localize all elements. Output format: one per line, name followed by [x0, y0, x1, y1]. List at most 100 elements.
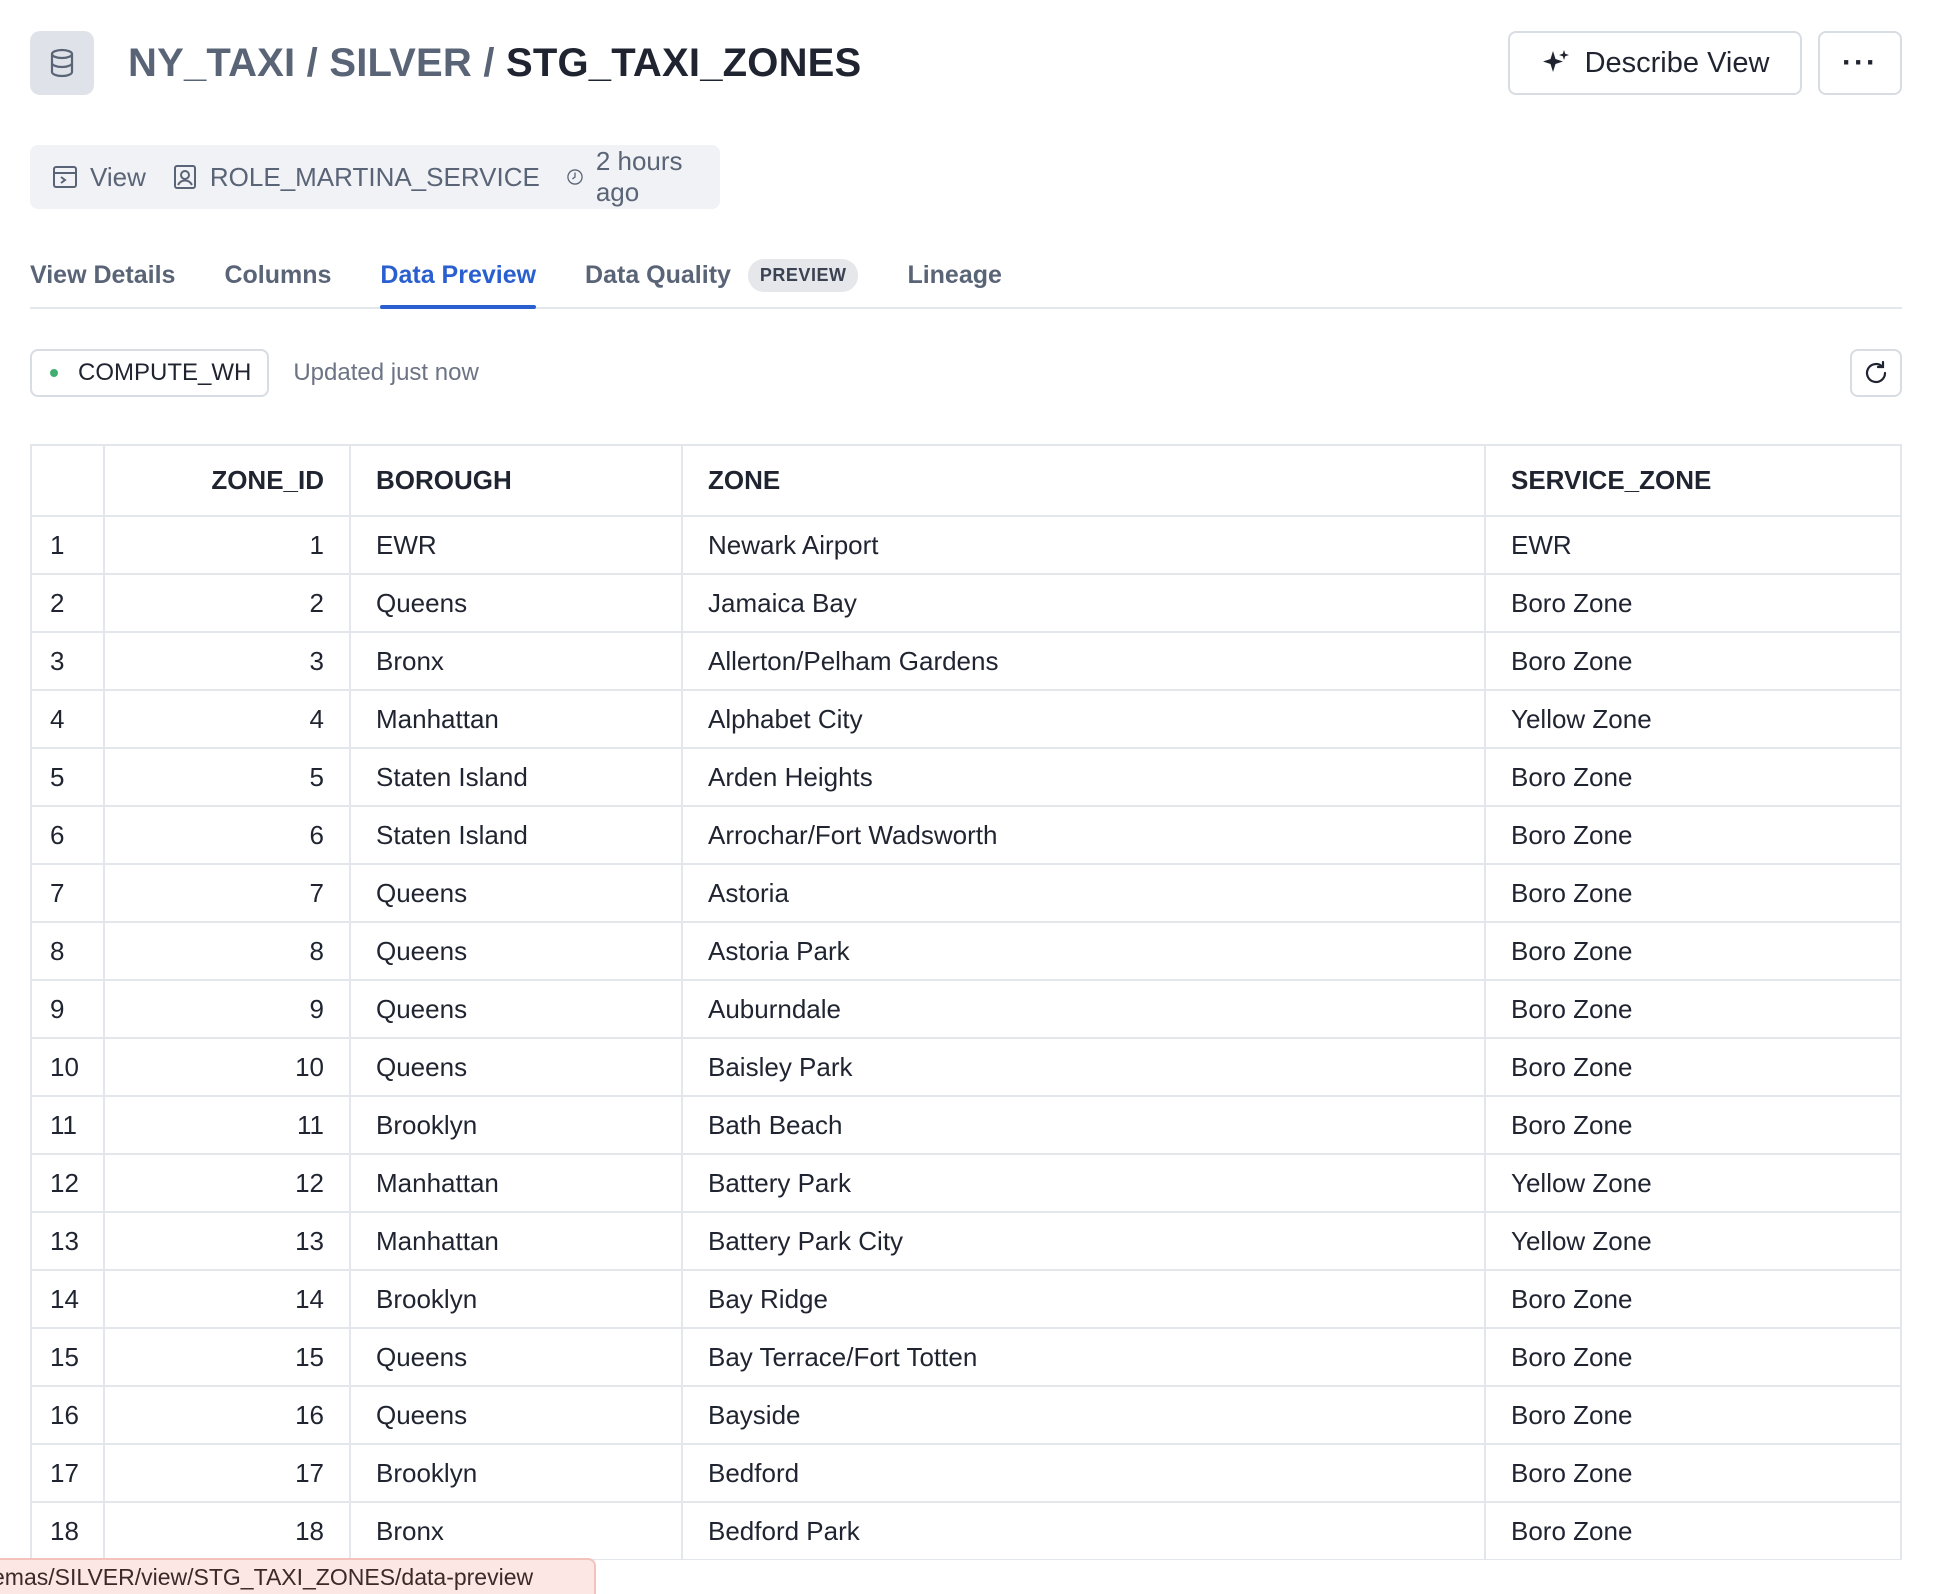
row-index-cell[interactable]: 10 — [32, 1038, 105, 1097]
borough-cell[interactable]: Queens — [350, 1328, 683, 1387]
table-row[interactable]: 13 13 Manhattan Battery Park City Yellow Zon… — [32, 1212, 1900, 1271]
breadcrumb-schema[interactable]: SILVER — [329, 41, 472, 85]
service-zone-cell[interactable]: Boro Zone — [1485, 1270, 1900, 1329]
zone-id-cell[interactable]: 8 — [104, 922, 351, 981]
row-index-cell[interactable]: 14 — [32, 1270, 105, 1329]
zone-cell[interactable]: Bedford — [682, 1444, 1486, 1503]
zone-id-cell[interactable]: 17 — [104, 1444, 351, 1503]
zone-cell[interactable]: Battery Park City — [682, 1212, 1486, 1271]
zone-cell[interactable]: Bay Terrace/Fort Totten — [682, 1328, 1486, 1387]
zone-cell[interactable]: Astoria Park — [682, 922, 1486, 981]
zone-id-cell[interactable]: 13 — [104, 1212, 351, 1271]
borough-cell[interactable]: Brooklyn — [350, 1270, 683, 1329]
refresh-button[interactable] — [1850, 349, 1902, 397]
borough-cell[interactable]: Queens — [350, 1386, 683, 1445]
zone-cell[interactable]: Bath Beach — [682, 1096, 1486, 1155]
row-index-cell[interactable]: 7 — [32, 864, 105, 923]
table-row[interactable]: 12 12 Manhattan Battery Park Yellow Zone — [32, 1154, 1900, 1213]
service-zone-cell[interactable]: Boro Zone — [1485, 806, 1900, 865]
row-index-cell[interactable]: 11 — [32, 1096, 105, 1155]
service-zone-cell[interactable]: Boro Zone — [1485, 1502, 1900, 1560]
zone-cell[interactable]: Allerton/Pelham Gardens — [682, 632, 1486, 691]
borough-cell[interactable]: Manhattan — [350, 1154, 683, 1213]
zone-cell[interactable]: Alphabet City — [682, 690, 1486, 749]
borough-cell[interactable]: Brooklyn — [350, 1096, 683, 1155]
zone-id-cell[interactable]: 6 — [104, 806, 351, 865]
table-row[interactable]: 14 14 Brooklyn Bay Ridge Boro Zone — [32, 1270, 1900, 1329]
borough-cell[interactable]: Brooklyn — [350, 1444, 683, 1503]
table-row[interactable]: 4 4 Manhattan Alphabet City Yellow Zone — [32, 690, 1900, 749]
row-index-cell[interactable]: 13 — [32, 1212, 105, 1271]
zone-id-cell[interactable]: 4 — [104, 690, 351, 749]
zone-id-cell[interactable]: 12 — [104, 1154, 351, 1213]
breadcrumb-database[interactable]: NY_TAXI — [128, 41, 295, 85]
zone-id-cell[interactable]: 15 — [104, 1328, 351, 1387]
service-zone-cell[interactable]: Boro Zone — [1485, 1096, 1900, 1155]
data-preview-table-container[interactable]: ZONE_ID BOROUGH ZONE SERVICE_ZONE 1 1 EWR N… — [30, 444, 1902, 1560]
tab-lineage[interactable]: Lineage — [907, 243, 1001, 307]
service-zone-cell[interactable]: Boro Zone — [1485, 574, 1900, 633]
column-header-service-zone[interactable]: SERVICE_ZONE — [1485, 446, 1900, 517]
column-header-zone-id[interactable]: ZONE_ID — [104, 446, 351, 517]
row-index-cell[interactable]: 3 — [32, 632, 105, 691]
tab-view-details[interactable]: View Details — [30, 243, 175, 307]
service-zone-cell[interactable]: Boro Zone — [1485, 1038, 1900, 1097]
table-row[interactable]: 2 2 Queens Jamaica Bay Boro Zone — [32, 574, 1900, 633]
zone-cell[interactable]: Baisley Park — [682, 1038, 1486, 1097]
table-row[interactable]: 3 3 Bronx Allerton/Pelham Gardens Boro Zone — [32, 632, 1900, 691]
zone-id-cell[interactable]: 18 — [104, 1502, 351, 1560]
row-index-cell[interactable]: 8 — [32, 922, 105, 981]
zone-cell[interactable]: Auburndale — [682, 980, 1486, 1039]
zone-id-cell[interactable]: 1 — [104, 516, 351, 575]
borough-cell[interactable]: Queens — [350, 864, 683, 923]
service-zone-cell[interactable]: EWR — [1485, 516, 1900, 575]
borough-cell[interactable]: Queens — [350, 980, 683, 1039]
borough-cell[interactable]: Queens — [350, 922, 683, 981]
service-zone-cell[interactable]: Yellow Zone — [1485, 1154, 1900, 1213]
zone-id-cell[interactable]: 2 — [104, 574, 351, 633]
borough-cell[interactable]: Bronx — [350, 1502, 683, 1560]
table-row[interactable]: 16 16 Queens Bayside Boro Zone — [32, 1386, 1900, 1445]
row-index-cell[interactable]: 6 — [32, 806, 105, 865]
table-row[interactable]: 7 7 Queens Astoria Boro Zone — [32, 864, 1900, 923]
table-row[interactable]: 6 6 Staten Island Arrochar/Fort Wadsworth Bo… — [32, 806, 1900, 865]
zone-cell[interactable]: Arden Heights — [682, 748, 1486, 807]
zone-cell[interactable]: Arrochar/Fort Wadsworth — [682, 806, 1486, 865]
borough-cell[interactable]: Staten Island — [350, 806, 683, 865]
service-zone-cell[interactable]: Boro Zone — [1485, 980, 1900, 1039]
column-header-borough[interactable]: BOROUGH — [350, 446, 683, 517]
service-zone-cell[interactable]: Yellow Zone — [1485, 690, 1900, 749]
zone-cell[interactable]: Astoria — [682, 864, 1486, 923]
service-zone-cell[interactable]: Boro Zone — [1485, 1328, 1900, 1387]
borough-cell[interactable]: Staten Island — [350, 748, 683, 807]
zone-id-cell[interactable]: 7 — [104, 864, 351, 923]
zone-id-cell[interactable]: 9 — [104, 980, 351, 1039]
describe-view-button[interactable]: Describe View — [1508, 31, 1802, 95]
row-index-cell[interactable]: 9 — [32, 980, 105, 1039]
service-zone-cell[interactable]: Boro Zone — [1485, 1386, 1900, 1445]
service-zone-cell[interactable]: Boro Zone — [1485, 922, 1900, 981]
tab-columns[interactable]: Columns — [224, 243, 331, 307]
table-row[interactable]: 8 8 Queens Astoria Park Boro Zone — [32, 922, 1900, 981]
row-index-cell[interactable]: 5 — [32, 748, 105, 807]
row-index-cell[interactable]: 4 — [32, 690, 105, 749]
borough-cell[interactable]: Queens — [350, 1038, 683, 1097]
borough-cell[interactable]: Bronx — [350, 632, 683, 691]
column-header-zone[interactable]: ZONE — [682, 446, 1486, 517]
row-index-cell[interactable]: 2 — [32, 574, 105, 633]
service-zone-cell[interactable]: Boro Zone — [1485, 864, 1900, 923]
table-row[interactable]: 1 1 EWR Newark Airport EWR — [32, 516, 1900, 575]
service-zone-cell[interactable]: Boro Zone — [1485, 748, 1900, 807]
service-zone-cell[interactable]: Boro Zone — [1485, 632, 1900, 691]
zone-cell[interactable]: Newark Airport — [682, 516, 1486, 575]
zone-cell[interactable]: Bayside — [682, 1386, 1486, 1445]
zone-id-cell[interactable]: 16 — [104, 1386, 351, 1445]
zone-id-cell[interactable]: 3 — [104, 632, 351, 691]
table-row[interactable]: 17 17 Brooklyn Bedford Boro Zone — [32, 1444, 1900, 1503]
service-zone-cell[interactable]: Boro Zone — [1485, 1444, 1900, 1503]
borough-cell[interactable]: Manhattan — [350, 1212, 683, 1271]
row-index-cell[interactable]: 17 — [32, 1444, 105, 1503]
zone-cell[interactable]: Jamaica Bay — [682, 574, 1486, 633]
table-row[interactable]: 18 18 Bronx Bedford Park Boro Zone — [32, 1502, 1900, 1560]
row-index-cell[interactable]: 16 — [32, 1386, 105, 1445]
